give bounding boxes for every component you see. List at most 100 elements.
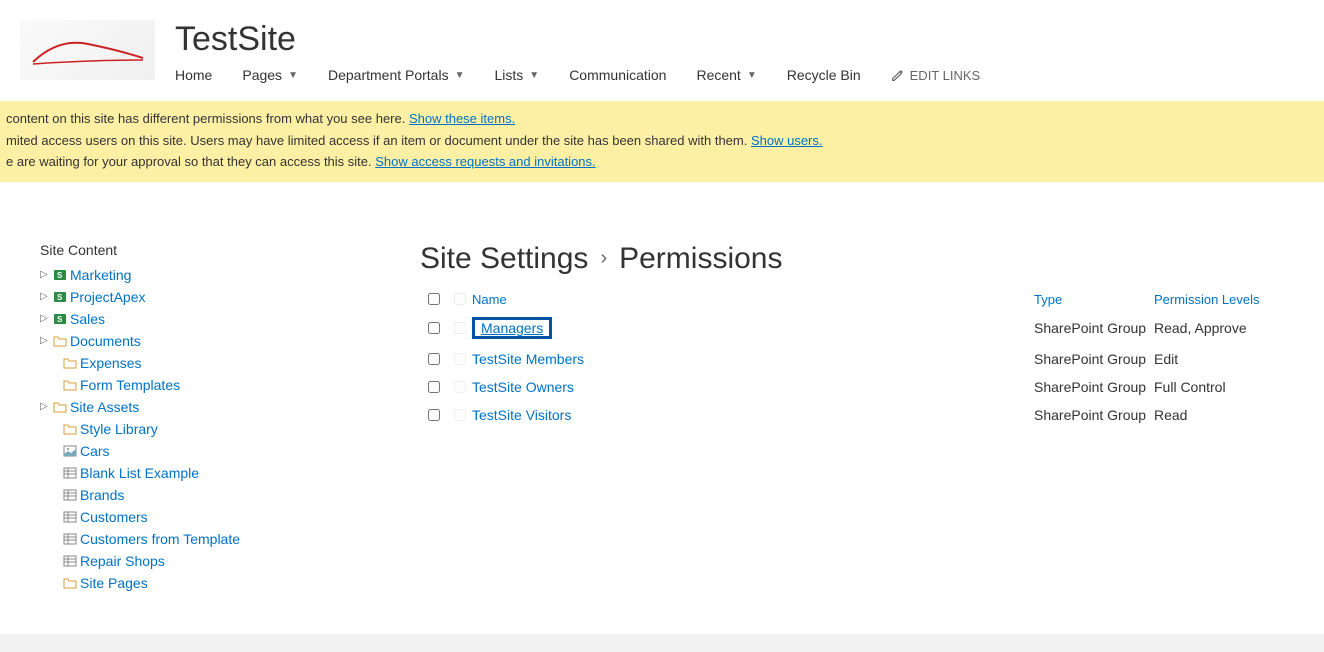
group-type: SharePoint Group [1034,407,1154,423]
group-name-link[interactable]: TestSite Visitors [472,407,571,423]
image-icon [63,444,77,458]
permission-level: Full Control [1154,379,1294,395]
column-header-permission-levels[interactable]: Permission Levels [1154,292,1294,307]
sidebar-item-link[interactable]: Form Templates [80,377,180,393]
row-select-checkbox[interactable] [428,322,440,334]
sidebar-item-link[interactable]: Style Library [80,421,158,437]
sidebar-item[interactable]: Expenses [40,352,420,374]
nav-dept-label: Department Portals [328,67,449,83]
row-select-checkbox[interactable] [428,409,440,421]
sidebar-item[interactable]: Brands [40,484,420,506]
sidebar-item[interactable]: Site Pages [40,572,420,594]
caret-down-icon: ▼ [747,70,757,81]
sidebar-item[interactable]: Form Templates [40,374,420,396]
edit-links-button[interactable]: EDIT LINKS [891,68,981,83]
sidebar-item-link[interactable]: Site Pages [80,575,148,591]
breadcrumb-parent[interactable]: Site Settings [420,242,588,276]
group-name-link[interactable]: TestSite Owners [472,379,574,395]
folder-icon [63,378,77,392]
folder-icon [63,576,77,590]
caret-down-icon: ▼ [455,70,465,81]
table-row: TestSite Members SharePoint GroupEdit [420,345,1294,373]
sidebar-item[interactable]: ▷ Documents [40,330,420,352]
permission-level: Edit [1154,351,1294,367]
group-type: SharePoint Group [1034,320,1154,336]
sidebar-item-link[interactable]: Expenses [80,355,141,371]
expander-icon[interactable]: ▷ [40,269,50,280]
show-users-link[interactable]: Show users. [751,133,823,148]
nav-recent-label: Recent [696,67,740,83]
sidebar-item[interactable]: ▷ S Marketing [40,264,420,286]
sidebar-item[interactable]: Cars [40,440,420,462]
list-icon [63,466,77,480]
notice-bar: content on this site has different permi… [0,101,1324,182]
group-name-link[interactable]: Managers [481,320,543,336]
permission-level: Read [1154,407,1294,423]
permission-level: Read, Approve [1154,320,1294,336]
sidebar-item-link[interactable]: Cars [80,443,110,459]
nav-recent[interactable]: Recent ▼ [696,67,756,83]
column-header-name[interactable]: Name [472,292,1034,307]
sidebar-item-link[interactable]: Sales [70,311,105,327]
folder-icon [53,334,67,348]
sidebar-item-link[interactable]: Site Assets [70,399,139,415]
sidebar-item[interactable]: Style Library [40,418,420,440]
row-select-checkbox[interactable] [428,353,440,365]
expander-icon[interactable]: ▷ [40,335,50,346]
header: TestSite Home Pages▼ Department Portals ▼… [0,0,1324,83]
sidebar-item-link[interactable]: Blank List Example [80,465,199,481]
sidebar-item-link[interactable]: Documents [70,333,141,349]
site-title[interactable]: TestSite [175,20,980,59]
show-access-requests-link[interactable]: Show access requests and invitations. [375,154,595,169]
sidebar-item-link[interactable]: Customers [80,509,148,525]
nav-lists-label: Lists [494,67,523,83]
caret-down-icon: ▼ [288,70,298,81]
highlighted-group: Managers [472,317,552,339]
svg-text:S: S [57,271,63,280]
breadcrumb: Site Settings › Permissions [420,242,1294,276]
column-header-type[interactable]: Type [1034,292,1154,307]
sidebar-item[interactable]: ▷SProjectApex [40,286,420,308]
sp-icon: S [53,268,67,282]
caret-down-icon: ▼ [529,70,539,81]
sidebar-item[interactable]: ▷ Site Assets [40,396,420,418]
sp-icon: S [53,290,67,304]
nav-recycle-bin[interactable]: Recycle Bin [787,67,861,83]
nav-pages[interactable]: Pages▼ [242,67,298,83]
nav-lists[interactable]: Lists ▼ [494,67,539,83]
group-name-link[interactable]: TestSite Members [472,351,584,367]
folder-icon [63,422,77,436]
sidebar-item-link[interactable]: Marketing [70,267,131,283]
select-all-checkbox[interactable] [428,293,440,305]
expander-icon[interactable]: ▷ [40,291,50,302]
folder-icon [63,356,77,370]
row-sub-checkbox [454,353,466,365]
sidebar-item-link[interactable]: Repair Shops [80,553,165,569]
folder-icon [53,400,67,414]
site-content-tree: ▷SMarketing▷SProjectApex▷SSales▷Document… [40,264,420,594]
group-type: SharePoint Group [1034,351,1154,367]
sidebar-item[interactable]: ▷SSales [40,308,420,330]
top-nav: Home Pages▼ Department Portals ▼ Lists ▼ C… [175,67,980,83]
site-logo[interactable] [20,20,155,80]
sidebar: Site Content ▷SMarketing▷SProjectApex▷SS… [40,242,420,594]
expander-icon[interactable]: ▷ [40,313,50,324]
nav-home[interactable]: Home [175,67,212,83]
notice-text-3: e are waiting for your approval so that … [6,154,375,169]
row-select-checkbox[interactable] [428,381,440,393]
expander-icon[interactable]: ▷ [40,401,50,412]
sidebar-item-link[interactable]: Customers from Template [80,531,240,547]
show-these-items-link[interactable]: Show these items. [409,111,515,126]
nav-department-portals[interactable]: Department Portals ▼ [328,67,465,83]
nav-communication[interactable]: Communication [569,67,666,83]
sidebar-item[interactable]: Customers [40,506,420,528]
sidebar-item-link[interactable]: Brands [80,487,124,503]
edit-links-label: EDIT LINKS [910,68,981,83]
sidebar-item[interactable]: Blank List Example [40,462,420,484]
row-sub-checkbox [454,409,466,421]
header-sub-checkbox [454,293,466,305]
sidebar-item[interactable]: Repair Shops [40,550,420,572]
sidebar-item-link[interactable]: ProjectApex [70,289,145,305]
permissions-table: Name Type Permission Levels Managers Shar… [420,288,1294,429]
sidebar-item[interactable]: Customers from Template [40,528,420,550]
